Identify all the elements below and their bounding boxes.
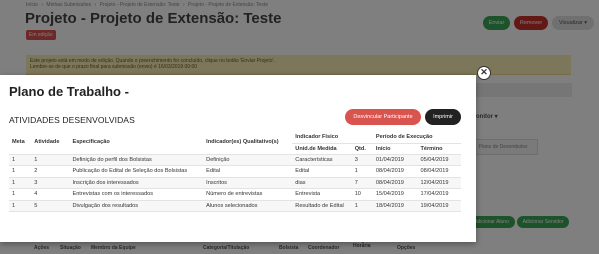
cell-unidade: Entrevista [292, 188, 352, 201]
plano-trabalho-modal: Plano de Trabalho - ATIVIDADES DESENVOLV… [0, 75, 476, 242]
header-termino: Término [417, 143, 461, 155]
cell-meta: 1 [9, 200, 32, 212]
header-especificacao: Especificação [69, 131, 204, 155]
cell-qtd: 7 [351, 177, 373, 189]
header-periodo-execucao: Período de Execução [372, 131, 461, 144]
cell-especificacao: Divulgação dos resultados [69, 200, 204, 212]
header-unid-medida: Unid.de Medida [292, 143, 352, 155]
header-inicio: Início [372, 143, 418, 155]
modal-title: Plano de Trabalho - [9, 84, 129, 99]
cell-indicador: Edital [203, 165, 293, 178]
cell-termino: 08/04/2019 [417, 165, 461, 178]
cell-atividade: 2 [31, 165, 70, 178]
header-qtd: Qtd. [351, 143, 373, 155]
cell-unidade: dias [292, 177, 352, 189]
cell-qtd: 1 [351, 165, 373, 178]
cell-meta: 1 [9, 154, 32, 166]
cell-termino: 19/04/2019 [417, 200, 461, 212]
cell-inicio: 18/04/2019 [372, 200, 418, 212]
table-row: 1 3 Inscrição dos interessados Inscritos… [9, 177, 461, 189]
table-row: 1 4 Entrevistas com os interessados Núme… [9, 188, 461, 201]
activities-table: Meta Atividade Especificação Indicador(e… [9, 131, 461, 212]
header-atividade: Atividade [31, 131, 70, 155]
cell-atividade: 1 [31, 154, 70, 166]
close-icon[interactable]: ✕ [477, 66, 491, 80]
cell-qtd: 1 [351, 200, 373, 212]
cell-especificacao: Entrevistas com os interessados [69, 188, 204, 201]
imprimir-button[interactable]: Imprimir [425, 109, 461, 125]
header-indicadores: Indicador(es) Qualitativo(s) [203, 131, 293, 155]
cell-especificacao: Inscrição dos interessados [69, 177, 204, 189]
cell-meta: 1 [9, 165, 32, 178]
cell-qtd: 10 [351, 188, 373, 201]
cell-qtd: 3 [351, 154, 373, 166]
cell-unidade: Edital [292, 165, 352, 178]
cell-atividade: 5 [31, 200, 70, 212]
cell-unidade: Resultado de Edital [292, 200, 352, 212]
table-row: 1 1 Definição do perfil dos Bolsistas De… [9, 154, 461, 166]
cell-indicador: Número de entrevistas [203, 188, 293, 201]
cell-inicio: 08/04/2019 [372, 177, 418, 189]
cell-indicador: Alunos selecionados [203, 200, 293, 212]
cell-unidade: Características [292, 154, 352, 166]
section-title: ATIVIDADES DESENVOLVIDAS [9, 115, 135, 125]
table-row: 1 2 Publicação do Edital de Seleção dos … [9, 165, 461, 178]
cell-termino: 17/04/2019 [417, 188, 461, 201]
header-indicador-fisico: Indicador Físico [292, 131, 373, 144]
cell-meta: 1 [9, 177, 32, 189]
cell-termino: 05/04/2019 [417, 154, 461, 166]
cell-atividade: 3 [31, 177, 70, 189]
header-meta: Meta [9, 131, 32, 155]
cell-inicio: 15/04/2019 [372, 188, 418, 201]
cell-meta: 1 [9, 188, 32, 201]
cell-especificacao: Publicação do Edital de Seleção dos Bols… [69, 165, 204, 178]
desvincular-participante-button[interactable]: Desvincular Participante [345, 109, 421, 125]
cell-termino: 12/04/2019 [417, 177, 461, 189]
cell-atividade: 4 [31, 188, 70, 201]
cell-inicio: 08/04/2019 [372, 165, 418, 178]
table-row: 1 5 Divulgação dos resultados Alunos sel… [9, 200, 461, 212]
cell-indicador: Definição [203, 154, 293, 166]
cell-inicio: 01/04/2019 [372, 154, 418, 166]
cell-especificacao: Definição do perfil dos Bolsistas [69, 154, 204, 166]
cell-indicador: Inscritos [203, 177, 293, 189]
